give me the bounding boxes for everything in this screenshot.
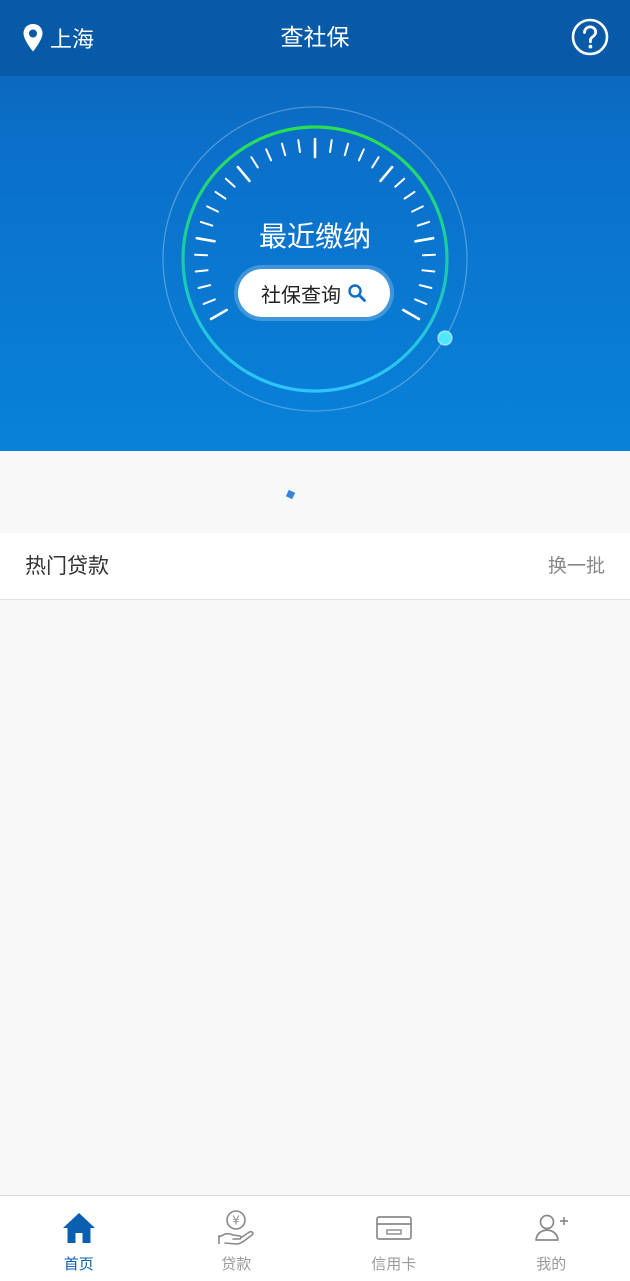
search-icon <box>347 283 367 303</box>
gauge-tick <box>211 310 227 319</box>
gauge-tick <box>204 299 215 303</box>
home-icon <box>61 1211 97 1245</box>
gauge-tick <box>199 285 211 288</box>
query-button-label: 社保查询 <box>261 279 341 308</box>
gauge-tick <box>216 192 226 199</box>
gauge-tick <box>405 192 415 199</box>
loan-hand-icon: ¥ <box>216 1209 256 1247</box>
tab-label: 首页 <box>64 1253 94 1274</box>
gauge-tick <box>381 167 393 181</box>
gauge-tick <box>422 270 434 271</box>
gauge-indicator-dot <box>438 331 452 345</box>
add-user-icon <box>533 1212 569 1244</box>
tab-credit-card[interactable]: 信用卡 <box>315 1196 473 1281</box>
gauge-tick <box>330 140 332 152</box>
gauge-tick <box>226 179 235 187</box>
gauge-title: 最近缴纳 <box>0 219 630 255</box>
promo-banner-area <box>0 451 630 533</box>
gauge-progress-ring <box>183 127 447 391</box>
tab-home[interactable]: 首页 <box>0 1196 158 1281</box>
tab-mine[interactable]: 我的 <box>473 1196 630 1281</box>
bottom-tab-bar: 首页 ¥ 贷款 信用卡 <box>0 1195 630 1281</box>
refresh-batch-button[interactable]: 换一批 <box>548 533 605 599</box>
hot-loans-header: 热门贷款 换一批 <box>0 533 630 600</box>
section-title: 热门贷款 <box>25 533 109 599</box>
gauge-tick <box>412 206 423 211</box>
gauge-tick <box>395 179 404 187</box>
tab-label: 我的 <box>536 1253 566 1274</box>
gauge-tick <box>415 299 426 303</box>
gauge-tick <box>298 140 300 152</box>
tab-loans[interactable]: ¥ 贷款 <box>158 1196 316 1281</box>
social-security-query-button[interactable]: 社保查询 <box>238 269 390 317</box>
gauge-tick <box>345 144 348 156</box>
gauge-tick <box>251 157 257 167</box>
gauge-tick <box>372 157 378 167</box>
gauge-tick <box>238 167 250 181</box>
gauge-tick <box>282 144 285 156</box>
tab-label: 信用卡 <box>371 1253 416 1274</box>
gauge-tick <box>359 149 364 160</box>
credit-card-icon <box>375 1214 413 1242</box>
gauge-tick <box>207 206 218 211</box>
gauge-tick <box>266 149 271 160</box>
svg-text:¥: ¥ <box>232 1214 240 1228</box>
gauge-tick <box>403 310 419 319</box>
tab-label: 贷款 <box>221 1253 251 1274</box>
gauge-tick <box>196 270 208 271</box>
gauge-tick <box>420 285 432 288</box>
